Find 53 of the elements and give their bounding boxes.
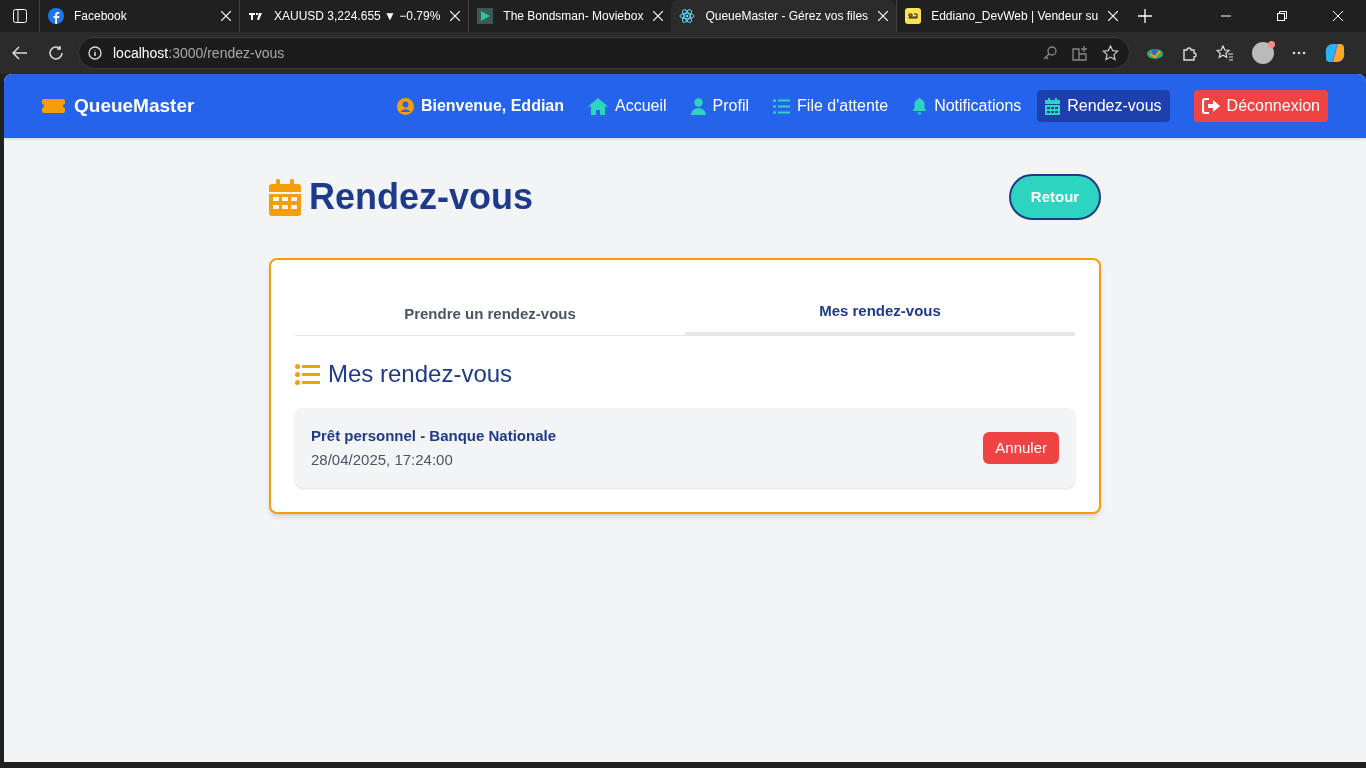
puzzle-icon[interactable]	[1182, 45, 1198, 61]
url-text: localhost:3000/rendez-vous	[113, 43, 285, 63]
list-icon	[295, 363, 320, 385]
logout-button[interactable]: Déconnexion	[1193, 90, 1328, 122]
ticket-icon	[42, 99, 65, 113]
atom-icon	[679, 8, 696, 24]
house-icon	[588, 97, 608, 115]
restore-icon[interactable]	[1277, 11, 1287, 21]
calendar-icon	[269, 178, 301, 216]
tab[interactable]: Prendre un rendez-vous	[295, 290, 685, 336]
list-icon	[773, 98, 791, 114]
close-tab-icon[interactable]	[1108, 11, 1119, 21]
f-logo-icon	[48, 8, 64, 24]
star-icon[interactable]	[1102, 45, 1119, 61]
key-icon[interactable]	[1042, 45, 1058, 61]
appointment-datetime: 28/04/2025, 17:24:00	[311, 450, 454, 470]
reload-icon[interactable]	[48, 45, 64, 61]
close-tab-icon[interactable]	[878, 11, 889, 21]
nav-link[interactable]: Profil	[682, 90, 758, 122]
calendar-icon	[1045, 97, 1061, 115]
favorites-icon[interactable]	[1216, 45, 1234, 61]
cancel-button[interactable]: Annuler	[983, 432, 1059, 464]
close-tab-icon[interactable]	[653, 11, 664, 21]
close-icon[interactable]	[1333, 11, 1343, 21]
page-title: Rendez-vous	[309, 175, 534, 219]
play-logo-icon	[477, 8, 494, 24]
appointment-title: Prêt personnel - Banque Nationale	[311, 425, 557, 446]
copilot-icon[interactable]	[1324, 42, 1346, 64]
section-title: Mes rendez-vous	[328, 359, 513, 389]
bell-icon	[912, 97, 928, 115]
logo-icon	[905, 8, 922, 24]
brand-name[interactable]: QueueMaster	[74, 91, 195, 121]
more-icon[interactable]	[1292, 51, 1306, 55]
user-circle-icon	[396, 97, 414, 115]
close-tab-icon[interactable]	[221, 11, 231, 21]
info-icon	[88, 46, 102, 60]
avatar[interactable]	[1252, 42, 1274, 64]
close-tab-icon[interactable]	[450, 11, 461, 21]
person-icon	[690, 97, 706, 115]
address-bar[interactable]: localhost:3000/rendez-vous	[78, 37, 1130, 69]
tab-panel-icon[interactable]	[13, 9, 27, 23]
nav-link[interactable]: File d'attente	[765, 90, 897, 122]
nav-link[interactable]: Rendez-vous	[1037, 90, 1170, 122]
welcome-text: Bienvenue, Eddian	[388, 90, 572, 122]
tab[interactable]: Mes rendez-vous	[685, 290, 1075, 336]
browser-tab[interactable]: QueueMaster - Gérez vos files	[671, 0, 897, 32]
sign-out-icon	[1201, 98, 1220, 114]
back-arrow-icon[interactable]	[12, 46, 28, 60]
nav-link[interactable]: Accueil	[580, 90, 675, 122]
app-add-icon[interactable]	[1072, 45, 1088, 61]
new-tab-button[interactable]	[1138, 9, 1153, 23]
extension-icon[interactable]	[1146, 46, 1164, 60]
nav-link[interactable]: Notifications	[904, 90, 1030, 122]
